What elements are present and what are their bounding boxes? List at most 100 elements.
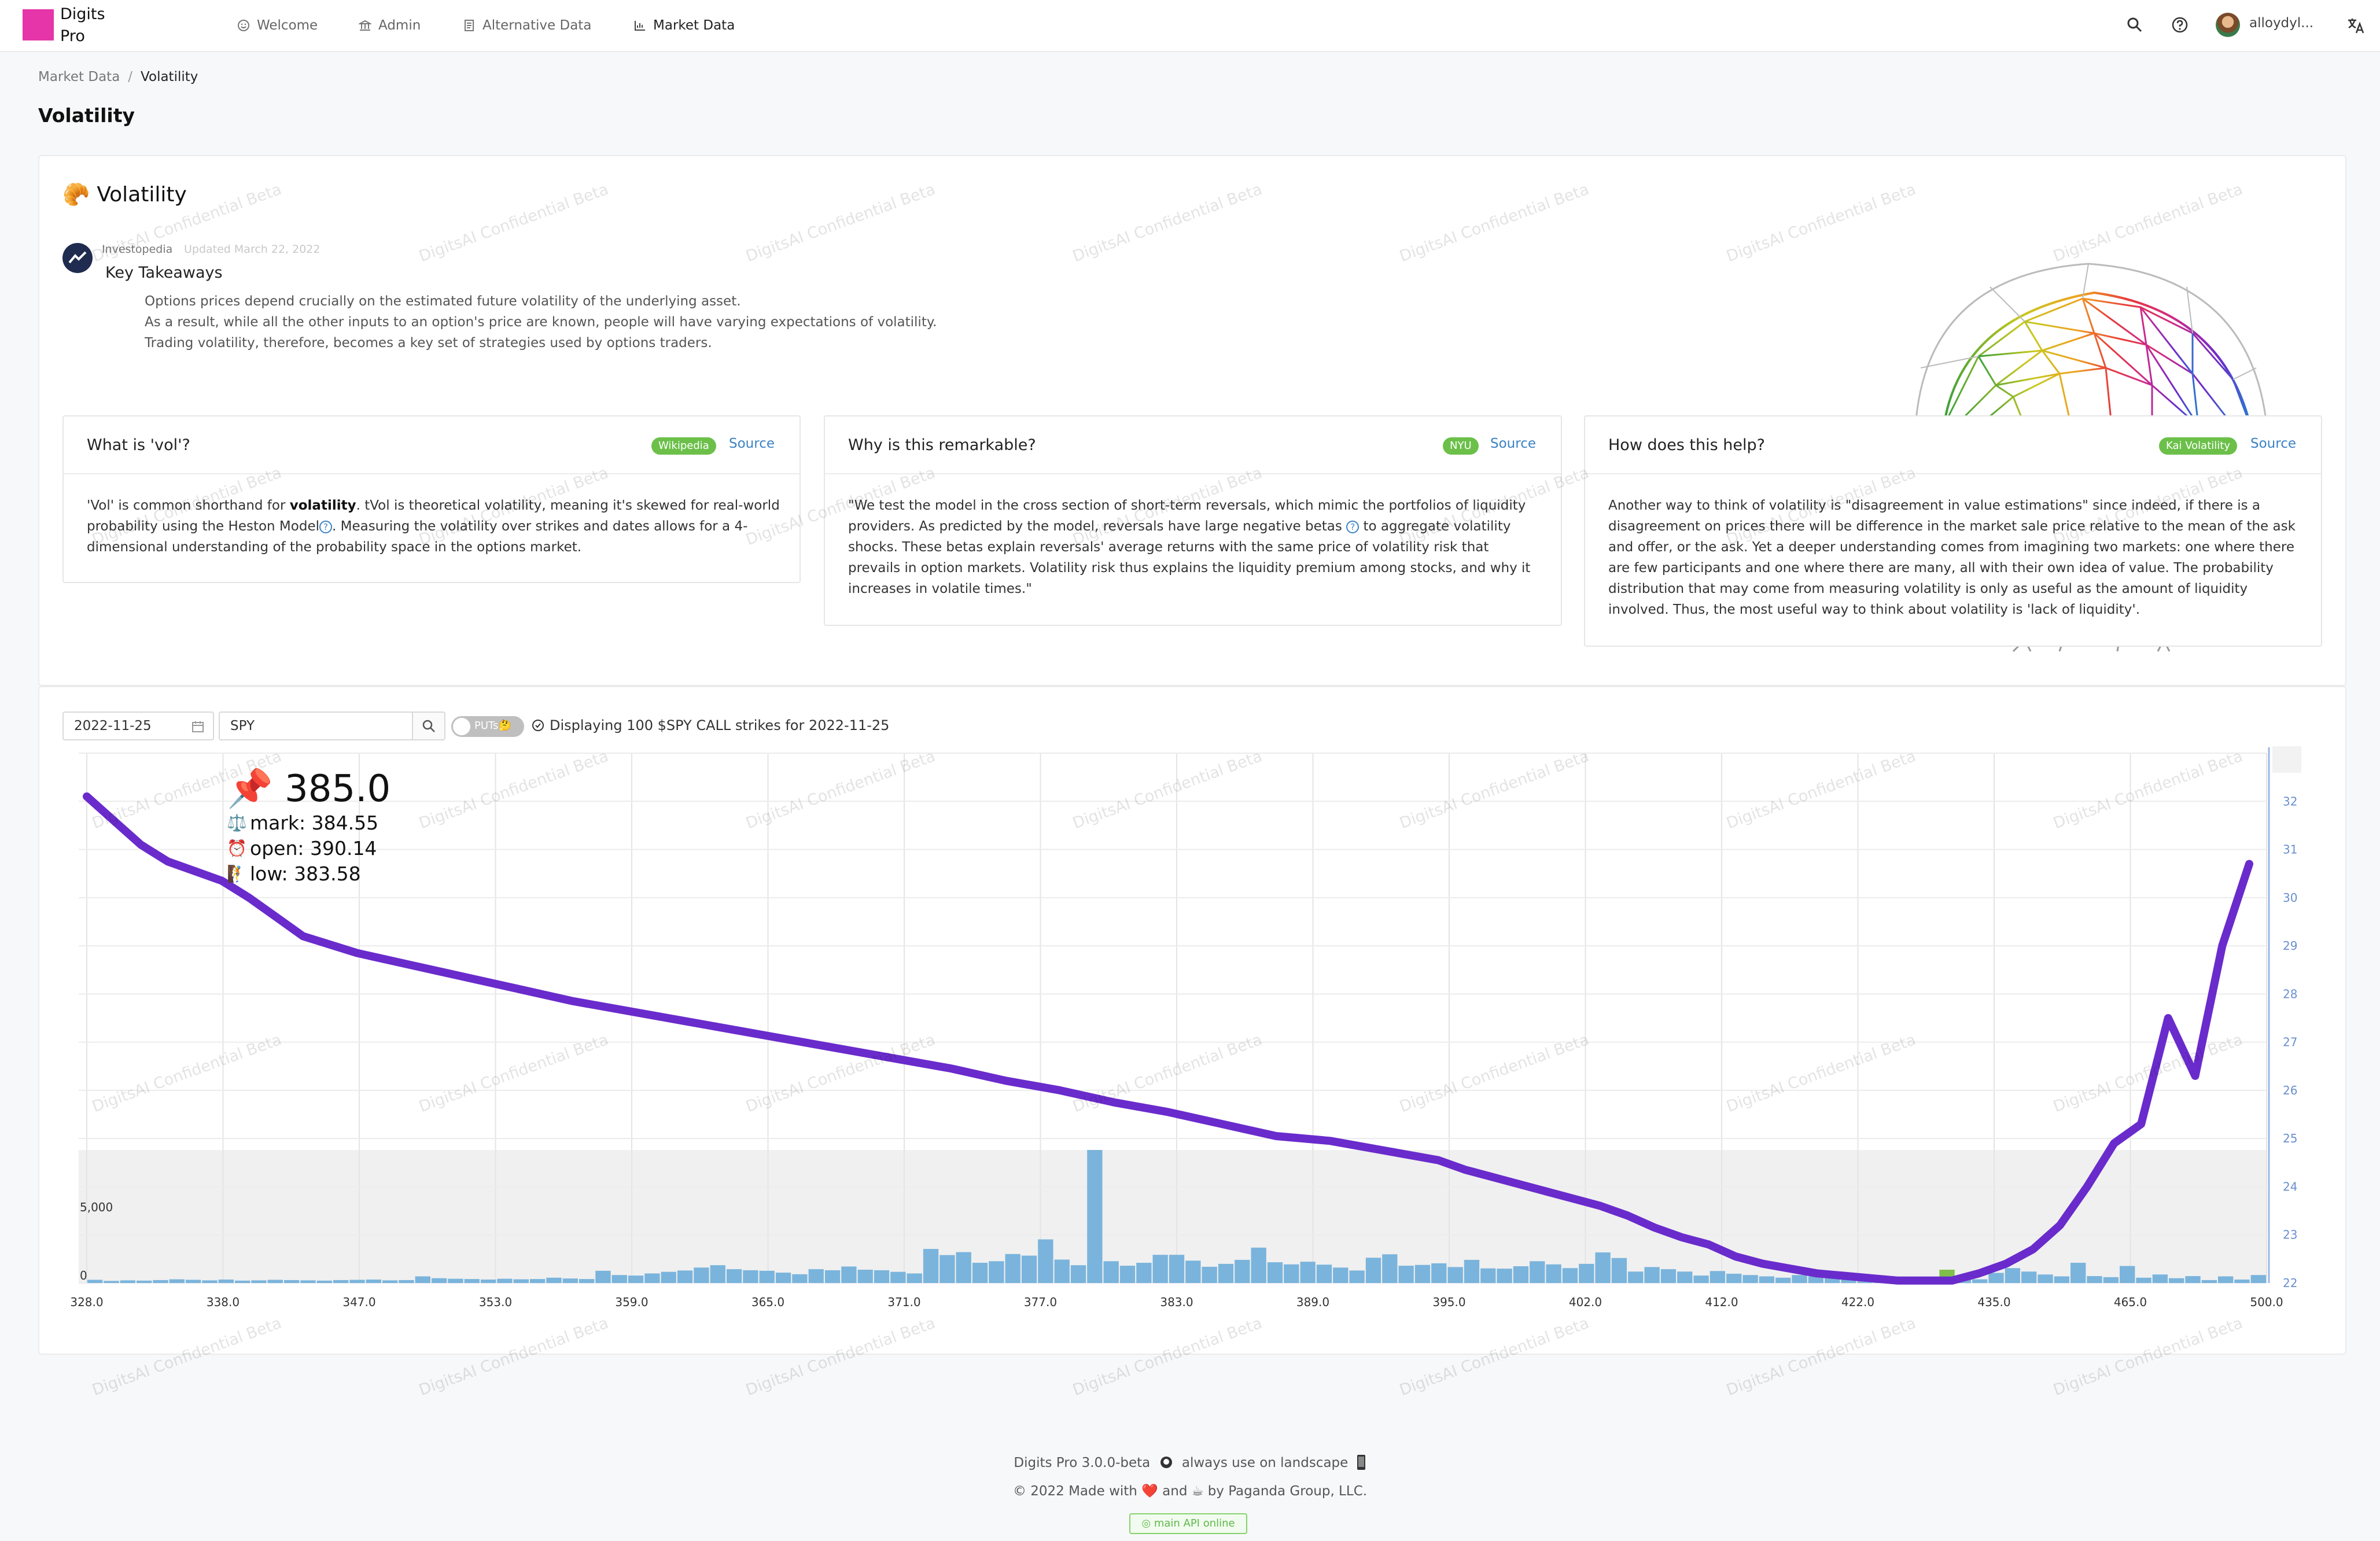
date-picker[interactable]: 2022-11-25 <box>62 711 214 740</box>
axis-highlight-box <box>2272 746 2301 773</box>
nav-item-welcome[interactable]: Welcome <box>237 15 318 36</box>
source-tag: NYU <box>1443 437 1479 455</box>
volume-bar <box>694 1267 709 1283</box>
volume-bar <box>1447 1267 1463 1283</box>
tooltip-strike: 📌 385.0 <box>227 767 390 811</box>
volatility-card-header: 🥐 Volatility <box>62 182 187 208</box>
body-line: shocks. These betas explain reversals' a… <box>848 540 1489 555</box>
source-link[interactable]: Source <box>729 436 775 451</box>
volume-bar <box>2005 1268 2021 1283</box>
volume-bar <box>1235 1259 1250 1283</box>
info-box-body: Another way to think of volatility is "d… <box>1608 495 2296 620</box>
nav-item-admin[interactable]: Admin <box>359 15 421 36</box>
version-text: Digits Pro 3.0.0-beta <box>1014 1455 1151 1470</box>
help-circle-icon[interactable]: ? <box>1346 521 1360 533</box>
translate-icon[interactable] <box>2346 16 2366 35</box>
avatar[interactable] <box>2216 13 2240 37</box>
info-box-title: Why is this remarkable? <box>848 436 1036 454</box>
page-title: Volatility <box>38 104 135 127</box>
volume-bar <box>726 1269 742 1283</box>
calendar-icon[interactable] <box>191 720 205 733</box>
volume-bar <box>1759 1276 1775 1283</box>
info-box-why-remarkable: Why is this remarkable? NYU Source "We t… <box>824 415 1562 626</box>
volume-bar <box>218 1280 234 1283</box>
volume-bar <box>824 1270 841 1283</box>
volume-bar <box>349 1280 365 1283</box>
volume-bar <box>1660 1269 1677 1283</box>
search-button[interactable] <box>412 711 445 740</box>
y-tick-label-right: 22 <box>2283 1276 2297 1290</box>
github-icon[interactable] <box>1159 1455 1173 1469</box>
volume-bar <box>611 1275 627 1283</box>
volume-bar <box>1284 1264 1299 1283</box>
nav-item-alternative-data[interactable]: Alternative Data <box>463 15 591 36</box>
y-tick-label-right: 32 <box>2283 794 2297 808</box>
symbol-search-input[interactable]: SPY <box>219 711 413 740</box>
volume-bar <box>529 1279 546 1283</box>
climber-icon: 🧗 <box>227 864 247 883</box>
volume-bar <box>1070 1265 1086 1283</box>
puts-toggle[interactable]: PUTs🤔 <box>451 716 524 737</box>
y-tick-label-right: 23 <box>2283 1228 2297 1242</box>
volume-bar <box>628 1275 644 1283</box>
search-icon[interactable] <box>2125 16 2144 34</box>
nav-label-admin: Admin <box>378 18 421 33</box>
body-line: prevails in option markets. Volatility r… <box>848 561 1531 576</box>
volume-bar <box>710 1265 725 1283</box>
toggle-knob <box>453 718 470 735</box>
takeaway-item: Trading volatility, therefore, becomes a… <box>145 336 712 351</box>
file-icon <box>465 20 474 31</box>
volume-bar <box>759 1270 775 1283</box>
y-tick-label-right: 27 <box>2283 1035 2297 1049</box>
info-box-title: What is 'vol'? <box>87 436 190 454</box>
help-icon[interactable] <box>2171 16 2189 34</box>
smile-icon <box>238 20 249 31</box>
help-circle-icon[interactable]: ? <box>319 521 332 533</box>
bank-icon <box>359 20 371 31</box>
mark-value: mark: 384.55 <box>250 812 379 834</box>
check-icon: ◎ <box>1141 1517 1151 1529</box>
api-status-text: main API online <box>1154 1517 1235 1529</box>
volatility-chart[interactable]: 328.0 338.0 347.0 353.0 359.0 365.0 371.0 377.0… <box>62 746 2319 1313</box>
logo-square[interactable] <box>23 9 54 40</box>
app-logo-text[interactable]: Digits Pro <box>60 3 105 47</box>
volume-bar <box>989 1261 1004 1283</box>
volume-bar <box>1169 1255 1185 1283</box>
volume-bar <box>562 1278 578 1283</box>
volume-bar <box>1972 1279 1988 1283</box>
volume-bar <box>1464 1259 1480 1283</box>
volume-bar <box>1152 1255 1168 1283</box>
date-value: 2022-11-25 <box>74 718 152 733</box>
volume-bar <box>1316 1264 1332 1283</box>
tooltip-open: ⏰ open: 390.14 <box>227 836 390 861</box>
breadcrumb-parent[interactable]: Market Data <box>38 69 120 84</box>
volume-bar <box>1693 1275 1709 1283</box>
source-name[interactable]: Investopedia <box>102 243 172 256</box>
source-link[interactable]: Source <box>1490 436 1536 451</box>
key-takeaways-title: Key Takeaways <box>105 264 223 282</box>
x-tick-label: 353.0 <box>479 1295 512 1309</box>
volume-bar <box>2201 1280 2217 1283</box>
toggle-text: PUTs <box>474 720 499 732</box>
nav-item-market-data[interactable]: Market Data <box>633 15 735 36</box>
volume-bar <box>841 1266 857 1283</box>
info-box-body: "We test the model in the cross section … <box>848 495 1530 599</box>
body-text-bold: volatility <box>289 498 356 513</box>
body-line: increases in volatile times." <box>848 581 1032 596</box>
volume-bar <box>316 1280 332 1283</box>
alarm-clock-icon: ⏰ <box>227 839 247 858</box>
volume-bar <box>1792 1275 1807 1283</box>
source-tag: Wikipedia <box>651 437 716 455</box>
x-tick-label: 383.0 <box>1160 1295 1193 1309</box>
x-tick-label: 422.0 <box>1841 1295 1874 1309</box>
body-line: and offer, or the ask. Yet a deeper unde… <box>1608 540 2294 555</box>
tooltip-low: 🧗 low: 383.58 <box>227 861 390 887</box>
source-link[interactable]: Source <box>2250 436 2296 451</box>
nav-label-market-data: Market Data <box>653 18 735 33</box>
volume-bar <box>120 1280 135 1283</box>
volume-bar <box>2070 1263 2086 1283</box>
body-text: probability using the Heston Model <box>87 519 319 534</box>
y-tick-label-right: 24 <box>2283 1179 2297 1193</box>
username[interactable]: alloydyl... <box>2249 16 2313 31</box>
toggle-label: PUTs🤔 <box>474 720 511 732</box>
